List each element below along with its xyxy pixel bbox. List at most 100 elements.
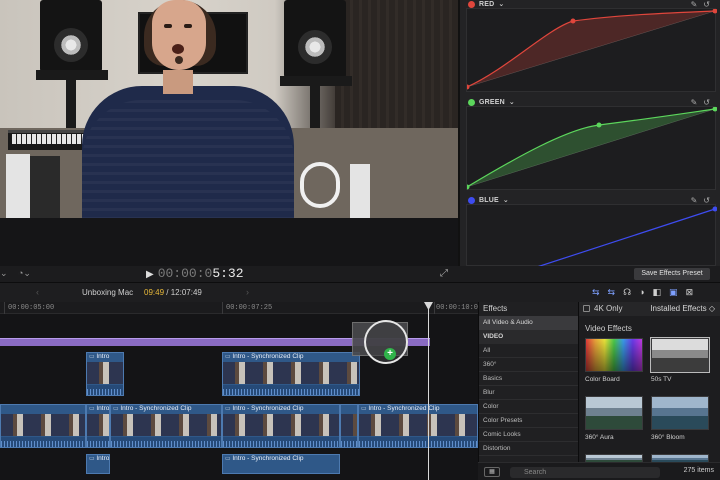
timeline-ruler[interactable]: 00:00:05:00 00:00:07:25 00:00:10:00 xyxy=(0,302,478,314)
timecode-dim: 00:00:0 xyxy=(157,266,213,281)
project-duration: 09:49 / 12:07:49 xyxy=(144,288,202,297)
clip-audio-waveform xyxy=(359,437,477,447)
red-curve-graph[interactable] xyxy=(464,8,718,93)
category-comic-looks[interactable]: Comic Looks xyxy=(479,428,579,442)
section-title: Video Effects xyxy=(585,324,632,333)
red-curve-svg[interactable] xyxy=(464,8,718,93)
equipment-rack xyxy=(30,156,60,218)
viewer-letterbox xyxy=(0,218,458,266)
timeline-header: ‹ Unboxing Mac 09:49 / 12:07:49 › ⇆ ⇆ ☊ … xyxy=(0,282,720,302)
effect-thumb-color-board[interactable] xyxy=(585,338,643,372)
storyline-clip[interactable]: Intro - Synchronized Clip xyxy=(358,404,478,448)
effects-categories: Effects All Video & Audio VIDEO All 360°… xyxy=(478,302,579,480)
connected-clip[interactable]: Intro - Synchronized Clip xyxy=(222,352,360,396)
speaker-stand-left xyxy=(36,70,108,80)
speaker-stand-right xyxy=(280,76,352,86)
effects-header: Effects xyxy=(483,304,508,313)
green-curve-svg[interactable] xyxy=(464,106,718,191)
left-speaker xyxy=(40,0,102,72)
color-curves-inspector: RED ⌄ ✎ ↺ GREEN ⌄ ✎ ↺ BLUE ⌄ ✎ ↺ xyxy=(458,0,720,268)
ruler-tick xyxy=(4,302,5,314)
blue-dot-icon xyxy=(468,196,475,204)
blue-curve-graph[interactable] xyxy=(466,204,718,268)
effect-thumb-50s-tv[interactable] xyxy=(650,337,710,373)
storyline-clip[interactable]: Intro - Synchronized Clip xyxy=(222,404,340,448)
project-name: Unboxing Mac xyxy=(82,288,134,297)
clip-filmstrip xyxy=(341,414,357,436)
ruler-label: 00:00:10:00 xyxy=(436,304,478,312)
snapping-icon[interactable]: ◧ xyxy=(653,287,662,298)
curve-name: GREEN xyxy=(479,98,505,106)
playhead[interactable] xyxy=(428,302,429,480)
effects-footer: ▦ ⌕ Search 275 items xyxy=(478,462,720,480)
skimming-icon[interactable]: ⇆ xyxy=(608,287,616,298)
effect-thumb-360-aura[interactable] xyxy=(585,396,643,430)
sweater-texture xyxy=(82,100,294,218)
chevron-left-icon[interactable]: ⌄ xyxy=(0,268,8,279)
timecode-display[interactable]: ▶ 00:00:05:32 xyxy=(146,266,244,281)
solo-icon[interactable]: ◑ xyxy=(639,287,644,298)
clip-filmstrip xyxy=(223,414,339,436)
right-speaker xyxy=(284,0,346,78)
headphones xyxy=(300,162,340,208)
clip-appearance-icon[interactable]: ⇆ xyxy=(592,287,600,298)
category-distortion[interactable]: Distortion xyxy=(479,442,579,456)
category-all-video-audio[interactable]: All Video & Audio xyxy=(479,316,579,330)
storyline-clip[interactable]: Intro - Synchronized Clip xyxy=(110,404,222,448)
timecode-current: 5:32 xyxy=(212,266,244,281)
clip-title: Intro - Synchronized Clip xyxy=(113,405,191,412)
forward-icon[interactable]: › xyxy=(246,287,249,297)
clip-filmstrip xyxy=(111,414,221,436)
storyline-clip[interactable]: Intro xyxy=(86,404,110,448)
save-effects-preset-button[interactable]: Save Effects Preset xyxy=(634,268,710,280)
add-icon: + xyxy=(384,348,396,360)
effects-browser-icon[interactable]: ▣ xyxy=(669,287,678,298)
person-eye-right xyxy=(184,24,192,28)
lower-clip[interactable]: Intro - Synchronized Clip xyxy=(222,454,340,474)
clip-title: Intro - Synchronized Clip xyxy=(225,353,303,360)
speed-icon[interactable]: ◔⌄ xyxy=(18,268,31,279)
green-curve-graph[interactable] xyxy=(464,106,718,191)
clip-filmstrip xyxy=(1,414,85,436)
installed-effects-dropdown[interactable]: Installed Effects ◇ xyxy=(650,304,715,313)
storyline-clip[interactable] xyxy=(340,404,358,448)
effect-thumb-360-bloom[interactable] xyxy=(651,396,709,430)
chevron-down-icon: ⌄ xyxy=(508,99,515,106)
checkbox-icon[interactable] xyxy=(583,305,590,312)
timeline[interactable]: 00:00:05:00 00:00:07:25 00:00:10:00 Intr… xyxy=(0,302,478,480)
red-curve-label[interactable]: RED ⌄ xyxy=(468,0,504,8)
clip-audio-waveform xyxy=(111,437,221,447)
category-all[interactable]: All xyxy=(479,344,579,358)
duration-current: 09:49 xyxy=(144,288,165,297)
category-blur[interactable]: Blur xyxy=(479,386,579,400)
fullscreen-icon[interactable]: ⤢ xyxy=(440,268,448,279)
connected-clip[interactable]: Intro xyxy=(86,352,124,396)
category-color[interactable]: Color xyxy=(479,400,579,414)
lower-clip[interactable]: Intro xyxy=(86,454,110,474)
category-basics[interactable]: Basics xyxy=(479,372,579,386)
4k-only-toggle[interactable]: 4K Only xyxy=(583,304,622,313)
grid-view-icon[interactable]: ▦ xyxy=(484,467,500,477)
green-curve-label[interactable]: GREEN ⌄ xyxy=(468,98,515,106)
video-viewer[interactable] xyxy=(0,0,458,218)
person-eye-left xyxy=(164,24,172,28)
audio-skimming-icon[interactable]: ☊ xyxy=(623,287,631,298)
clip-title: Intro xyxy=(89,455,109,462)
blue-curve-svg[interactable] xyxy=(467,205,718,268)
play-icon[interactable]: ▶ xyxy=(146,270,154,281)
clip-audio-waveform xyxy=(223,385,359,395)
effects-search-input[interactable]: Search xyxy=(510,467,660,478)
category-360[interactable]: 360° xyxy=(479,358,579,372)
transitions-browser-icon[interactable]: ⊠ xyxy=(686,287,694,298)
category-header-video: VIDEO xyxy=(479,330,579,344)
back-icon[interactable]: ‹ xyxy=(36,287,39,297)
clip-title: Intro - Synchronized Clip xyxy=(225,455,303,462)
blue-curve-label[interactable]: BLUE ⌄ xyxy=(468,196,509,204)
item-count: 275 items xyxy=(683,467,714,474)
clip-title: Intro xyxy=(89,405,109,412)
ruler-label: 00:00:05:00 xyxy=(8,304,55,312)
person-beard xyxy=(175,56,183,64)
category-color-presets[interactable]: Color Presets xyxy=(479,414,579,428)
storyline-clip[interactable] xyxy=(0,404,86,448)
effect-label: 50s TV xyxy=(651,376,672,383)
